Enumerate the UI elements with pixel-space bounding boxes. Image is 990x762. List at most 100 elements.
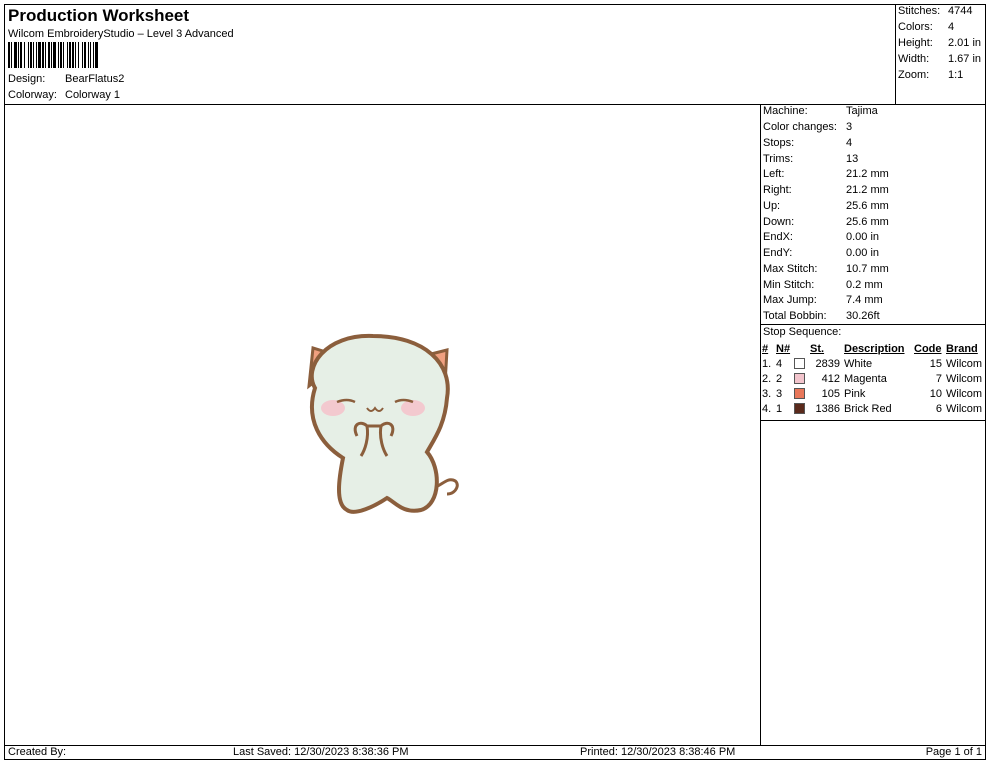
barcode-bar xyxy=(24,42,25,68)
row-needle: 2 xyxy=(776,372,783,385)
row-index: 1. xyxy=(762,357,772,370)
stop-sequence-bottom-divider xyxy=(760,420,986,421)
detail-label: EndY: xyxy=(763,247,793,259)
barcode-bar xyxy=(72,42,74,68)
barcode-bar xyxy=(58,42,59,68)
summary-value: 4 xyxy=(948,21,955,33)
barcode-bar xyxy=(63,42,64,68)
barcode-bar xyxy=(8,42,10,68)
detail-value: 0.00 in xyxy=(846,247,880,259)
app-subtitle: Wilcom EmbroideryStudio – Level 3 Advanc… xyxy=(8,28,234,40)
row-code: 6 xyxy=(935,402,942,415)
row-index: 4. xyxy=(762,402,772,415)
barcode-bar xyxy=(60,42,62,68)
color-swatch xyxy=(794,358,806,370)
row-brand: Wilcom xyxy=(946,402,983,415)
detail-label: Max Jump: xyxy=(763,294,817,306)
row-stitches: 412 xyxy=(821,372,840,385)
summary-label: Stitches: xyxy=(898,5,941,17)
col-header-description: Description xyxy=(844,342,905,355)
col-header-brand: Brand xyxy=(946,342,978,355)
row-stitches: 105 xyxy=(821,387,840,400)
barcode-bar xyxy=(36,42,37,68)
detail-label: Trims: xyxy=(763,153,794,165)
col-header-needle: N# xyxy=(776,342,791,355)
detail-label: Max Stitch: xyxy=(763,263,818,275)
page-title: Production Worksheet xyxy=(8,6,190,25)
detail-label: Machine: xyxy=(763,105,808,117)
barcode-bar xyxy=(93,42,94,68)
barcode-bar xyxy=(90,42,91,68)
detail-label: Right: xyxy=(763,184,792,196)
row-description: White xyxy=(844,357,873,370)
row-needle: 3 xyxy=(776,387,783,400)
row-needle-cell: 1 xyxy=(774,401,808,416)
color-swatch xyxy=(794,403,806,415)
barcode-bar xyxy=(51,42,52,68)
detail-label: Color changes: xyxy=(763,121,837,133)
detail-label: Down: xyxy=(763,216,795,228)
barcode-bar xyxy=(82,42,83,68)
footer-printed: Printed: 12/30/2023 8:38:46 PM xyxy=(580,746,736,758)
summary-value: 1.67 in xyxy=(948,53,982,65)
stop-sequence-table: # N# St. Description Code Brand 1. 4 283… xyxy=(760,341,984,416)
barcode-bar xyxy=(18,42,19,68)
barcode-bar xyxy=(48,42,50,68)
barcode-bar xyxy=(14,42,17,68)
barcode-bar xyxy=(88,42,89,68)
row-index: 2. xyxy=(762,372,772,385)
row-code: 7 xyxy=(935,372,942,385)
footer-created-by: Created By: xyxy=(8,746,67,758)
barcode-bar xyxy=(28,42,29,68)
barcode-bar xyxy=(42,42,44,68)
barcode-bar xyxy=(30,42,32,68)
col-header-index: # xyxy=(762,342,769,355)
color-swatch xyxy=(794,373,806,385)
barcode-bar xyxy=(45,42,46,68)
table-row: 1. 4 2839 White 15 Wilcom xyxy=(760,356,984,371)
row-needle-cell: 2 xyxy=(774,371,808,386)
detail-value: 4 xyxy=(846,137,853,149)
row-brand: Wilcom xyxy=(946,372,983,385)
row-brand: Wilcom xyxy=(946,387,983,400)
detail-value: Tajima xyxy=(846,105,878,117)
summary-value: 4744 xyxy=(948,5,973,17)
row-needle: 4 xyxy=(776,357,783,370)
footer-frame xyxy=(4,745,986,760)
summary-value: 1:1 xyxy=(948,69,964,81)
barcode-bar xyxy=(78,42,79,68)
detail-value: 25.6 mm xyxy=(846,200,889,212)
detail-label: EndX: xyxy=(763,231,793,243)
row-description: Pink xyxy=(844,387,866,400)
stop-sequence-divider xyxy=(760,324,986,325)
table-row: 2. 2 412 Magenta 7 Wilcom xyxy=(760,371,984,386)
detail-value: 21.2 mm xyxy=(846,168,889,180)
row-brand: Wilcom xyxy=(946,357,983,370)
stop-sequence-table-wrap: # N# St. Description Code Brand 1. 4 283… xyxy=(760,341,986,416)
row-needle-cell: 4 xyxy=(774,356,808,371)
barcode-bar xyxy=(84,42,86,68)
row-stitches: 2839 xyxy=(815,357,840,370)
row-code: 10 xyxy=(929,387,942,400)
summary-value: 2.01 in xyxy=(948,37,982,49)
summary-label: Width: xyxy=(898,53,930,65)
footer-page-number: Page 1 of 1 xyxy=(925,746,982,758)
color-swatch xyxy=(794,388,806,400)
barcode-bar xyxy=(67,42,68,68)
design-preview xyxy=(295,328,465,520)
table-row: 4. 1 1386 Brick Red 6 Wilcom xyxy=(760,401,984,416)
row-code: 15 xyxy=(929,357,942,370)
detail-value: 0.00 in xyxy=(846,231,880,243)
barcode-bar xyxy=(11,42,12,68)
detail-value: 30.26ft xyxy=(846,310,880,322)
barcode-bar xyxy=(53,42,56,68)
detail-value: 21.2 mm xyxy=(846,184,889,196)
stop-sequence-label: Stop Sequence: xyxy=(763,326,842,338)
col-header-stitches: St. xyxy=(810,342,825,355)
row-needle: 1 xyxy=(776,402,783,415)
detail-label: Up: xyxy=(763,200,781,212)
colorway-label: Colorway: xyxy=(8,89,57,101)
row-description: Brick Red xyxy=(844,402,892,415)
details-list: Machine: Tajima Color changes: 3 Stops: 4 T… xyxy=(763,105,985,325)
detail-label: Stops: xyxy=(763,137,795,149)
